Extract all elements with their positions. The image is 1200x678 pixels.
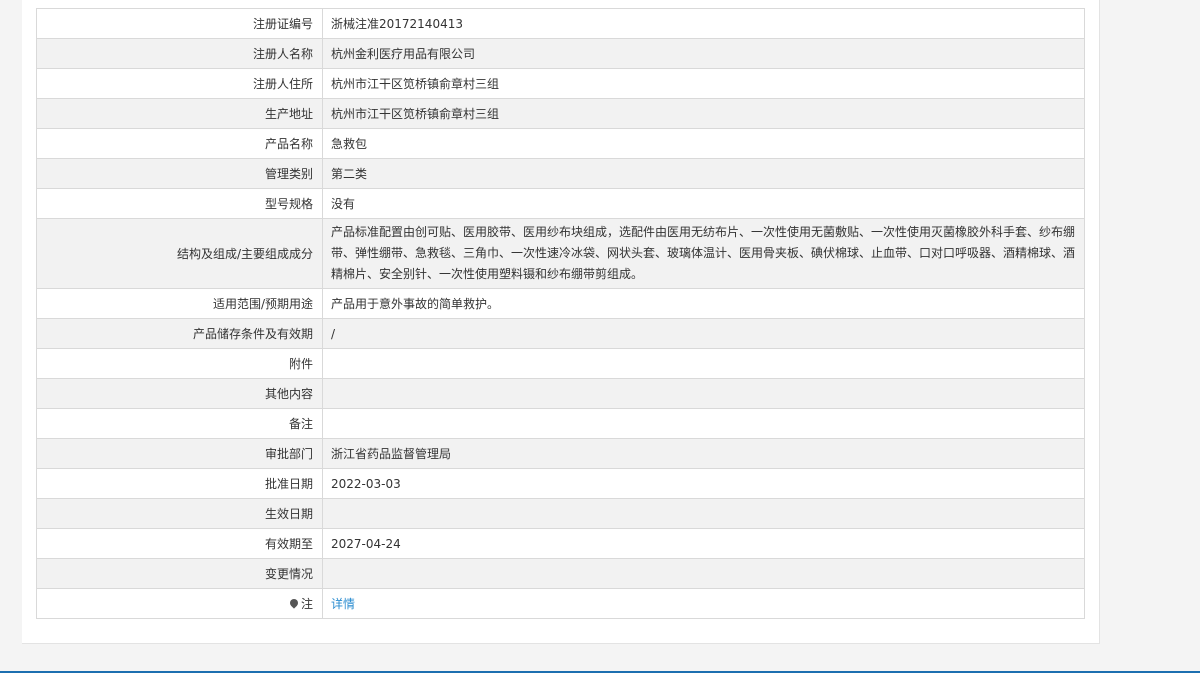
label-effective-date: 生效日期 xyxy=(36,498,323,529)
row-remarks: 备注 xyxy=(36,408,1085,439)
row-storage-validity: 产品储存条件及有效期 / xyxy=(36,318,1085,349)
row-effective-date: 生效日期 xyxy=(36,498,1085,529)
row-registrant-name: 注册人名称 杭州金利医疗用品有限公司 xyxy=(36,38,1085,69)
value-production-address: 杭州市江干区笕桥镇俞章村三组 xyxy=(322,98,1085,129)
label-management-category: 管理类别 xyxy=(36,158,323,189)
label-attachment: 附件 xyxy=(36,348,323,379)
value-registrant-name: 杭州金利医疗用品有限公司 xyxy=(322,38,1085,69)
value-note: 详情 xyxy=(322,588,1085,619)
value-model-spec: 没有 xyxy=(322,188,1085,219)
value-registration-number: 浙械注准20172140413 xyxy=(322,8,1085,39)
row-product-name: 产品名称 急救包 xyxy=(36,128,1085,159)
value-management-category: 第二类 xyxy=(322,158,1085,189)
label-remarks: 备注 xyxy=(36,408,323,439)
label-approval-date: 批准日期 xyxy=(36,468,323,499)
details-link[interactable]: 详情 xyxy=(331,597,355,611)
label-production-address: 生产地址 xyxy=(36,98,323,129)
value-product-name: 急救包 xyxy=(322,128,1085,159)
row-change-status: 变更情况 xyxy=(36,558,1085,589)
value-remarks xyxy=(322,408,1085,439)
value-approval-department: 浙江省药品监督管理局 xyxy=(322,438,1085,469)
detail-panel: 注册证编号 浙械注准20172140413 注册人名称 杭州金利医疗用品有限公司… xyxy=(22,0,1100,644)
note-label-text: 注 xyxy=(300,597,313,611)
row-registration-number: 注册证编号 浙械注准20172140413 xyxy=(36,8,1085,39)
label-product-name: 产品名称 xyxy=(36,128,323,159)
value-effective-date xyxy=(322,498,1085,529)
value-intended-use: 产品用于意外事故的简单救护。 xyxy=(322,288,1085,319)
label-registrant-address: 注册人住所 xyxy=(36,68,323,99)
value-approval-date: 2022-03-03 xyxy=(322,468,1085,499)
label-approval-department: 审批部门 xyxy=(36,438,323,469)
row-approval-department: 审批部门 浙江省药品监督管理局 xyxy=(36,438,1085,469)
footer-divider xyxy=(0,671,1200,678)
row-production-address: 生产地址 杭州市江干区笕桥镇俞章村三组 xyxy=(36,98,1085,129)
label-registration-number: 注册证编号 xyxy=(36,8,323,39)
label-change-status: 变更情况 xyxy=(36,558,323,589)
row-note: 注 详情 xyxy=(36,588,1085,619)
row-attachment: 附件 xyxy=(36,348,1085,379)
label-other-content: 其他内容 xyxy=(36,378,323,409)
label-note: 注 xyxy=(36,588,323,619)
row-model-spec: 型号规格 没有 xyxy=(36,188,1085,219)
row-intended-use: 适用范围/预期用途 产品用于意外事故的简单救护。 xyxy=(36,288,1085,319)
row-structure-composition: 结构及组成/主要组成成分 产品标准配置由创可贴、医用胶带、医用纱布块组成，选配件… xyxy=(36,218,1085,289)
label-registrant-name: 注册人名称 xyxy=(36,38,323,69)
row-approval-date: 批准日期 2022-03-03 xyxy=(36,468,1085,499)
value-change-status xyxy=(322,558,1085,589)
value-valid-until: 2027-04-24 xyxy=(322,528,1085,559)
map-pin-icon xyxy=(288,597,300,609)
value-other-content xyxy=(322,378,1085,409)
value-attachment xyxy=(322,348,1085,379)
label-storage-validity: 产品储存条件及有效期 xyxy=(36,318,323,349)
row-valid-until: 有效期至 2027-04-24 xyxy=(36,528,1085,559)
value-storage-validity: / xyxy=(322,318,1085,349)
label-model-spec: 型号规格 xyxy=(36,188,323,219)
label-structure-composition: 结构及组成/主要组成成分 xyxy=(36,218,323,289)
label-intended-use: 适用范围/预期用途 xyxy=(36,288,323,319)
registration-detail-table: 注册证编号 浙械注准20172140413 注册人名称 杭州金利医疗用品有限公司… xyxy=(36,8,1085,619)
row-other-content: 其他内容 xyxy=(36,378,1085,409)
value-structure-composition: 产品标准配置由创可贴、医用胶带、医用纱布块组成，选配件由医用无纺布片、一次性使用… xyxy=(322,218,1085,289)
value-registrant-address: 杭州市江干区笕桥镇俞章村三组 xyxy=(322,68,1085,99)
row-management-category: 管理类别 第二类 xyxy=(36,158,1085,189)
label-valid-until: 有效期至 xyxy=(36,528,323,559)
row-registrant-address: 注册人住所 杭州市江干区笕桥镇俞章村三组 xyxy=(36,68,1085,99)
